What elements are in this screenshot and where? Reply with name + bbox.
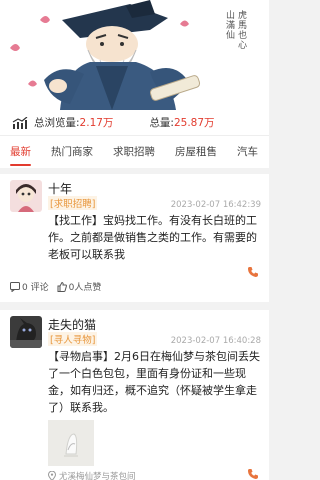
post-location[interactable]: 尤溪梅仙梦与茶包间 <box>48 470 136 480</box>
location-pin-icon <box>48 471 56 480</box>
stats-bar: 总浏览量: 2.17万 总量: 25.87万 <box>0 110 269 136</box>
thumbs-up-icon <box>57 281 67 292</box>
phone-icon[interactable] <box>247 266 259 278</box>
tab-housing[interactable]: 房屋租售 <box>165 136 227 168</box>
post-card[interactable]: 走失的猫 [寻人寻物] 2023-02-07 16:40:28 【寻物启事】2月… <box>0 310 269 480</box>
category-tabs: 最新 热门商家 求职招聘 房屋租售 汽车 <box>0 136 269 168</box>
like-count: 0人点赞 <box>68 283 102 293</box>
poster-name[interactable]: 走失的猫 <box>48 316 96 333</box>
post-photo[interactable] <box>48 420 94 466</box>
like-button[interactable]: 0人点赞 <box>57 280 102 293</box>
views-value: 2.17万 <box>79 117 114 129</box>
post-time: 2023-02-07 16:42:39 <box>170 200 261 210</box>
banner-image[interactable]: 虎馬也心 山滿仙 <box>0 0 269 110</box>
tab-jobs[interactable]: 求职招聘 <box>103 136 165 168</box>
tab-cars[interactable]: 汽车 <box>227 136 268 168</box>
views-label: 总浏览量: <box>34 117 80 129</box>
post-actions: 0 评论 0人点赞 <box>10 280 109 293</box>
avatar[interactable] <box>10 316 42 348</box>
post-card[interactable]: 十年 [求职招聘] 2023-02-07 16:42:39 【找工作】宝妈找工作… <box>0 174 269 302</box>
post-time: 2023-02-07 16:40:28 <box>170 336 261 346</box>
total-value: 25.87万 <box>173 117 215 129</box>
category-tag[interactable]: [求职招聘] <box>48 196 98 210</box>
post-content[interactable]: 【寻物启事】2月6日在梅仙梦与茶包间丢失了一个白色包包，里面有身份证和一些现金，… <box>48 348 260 416</box>
poster-name[interactable]: 十年 <box>48 180 72 197</box>
post-content[interactable]: 【找工作】宝妈找工作。有没有长白班的工作。之前都是做销售之类的工作。有需要的老板… <box>48 212 260 263</box>
tab-latest[interactable]: 最新 <box>0 136 41 168</box>
total-label: 总量: <box>149 117 174 129</box>
avatar[interactable] <box>10 180 42 212</box>
category-tag[interactable]: [寻人寻物] <box>48 332 98 346</box>
trend-chart-icon <box>12 116 28 129</box>
phone-icon[interactable] <box>247 468 259 480</box>
tab-hot-merchants[interactable]: 热门商家 <box>41 136 103 168</box>
comment-count: 0 评论 <box>22 283 49 293</box>
comment-icon <box>10 281 20 292</box>
comment-button[interactable]: 0 评论 <box>10 280 49 293</box>
location-text: 尤溪梅仙梦与茶包间 <box>59 472 136 480</box>
banner-calligraphy: 虎馬也心 山滿仙 <box>224 10 246 50</box>
